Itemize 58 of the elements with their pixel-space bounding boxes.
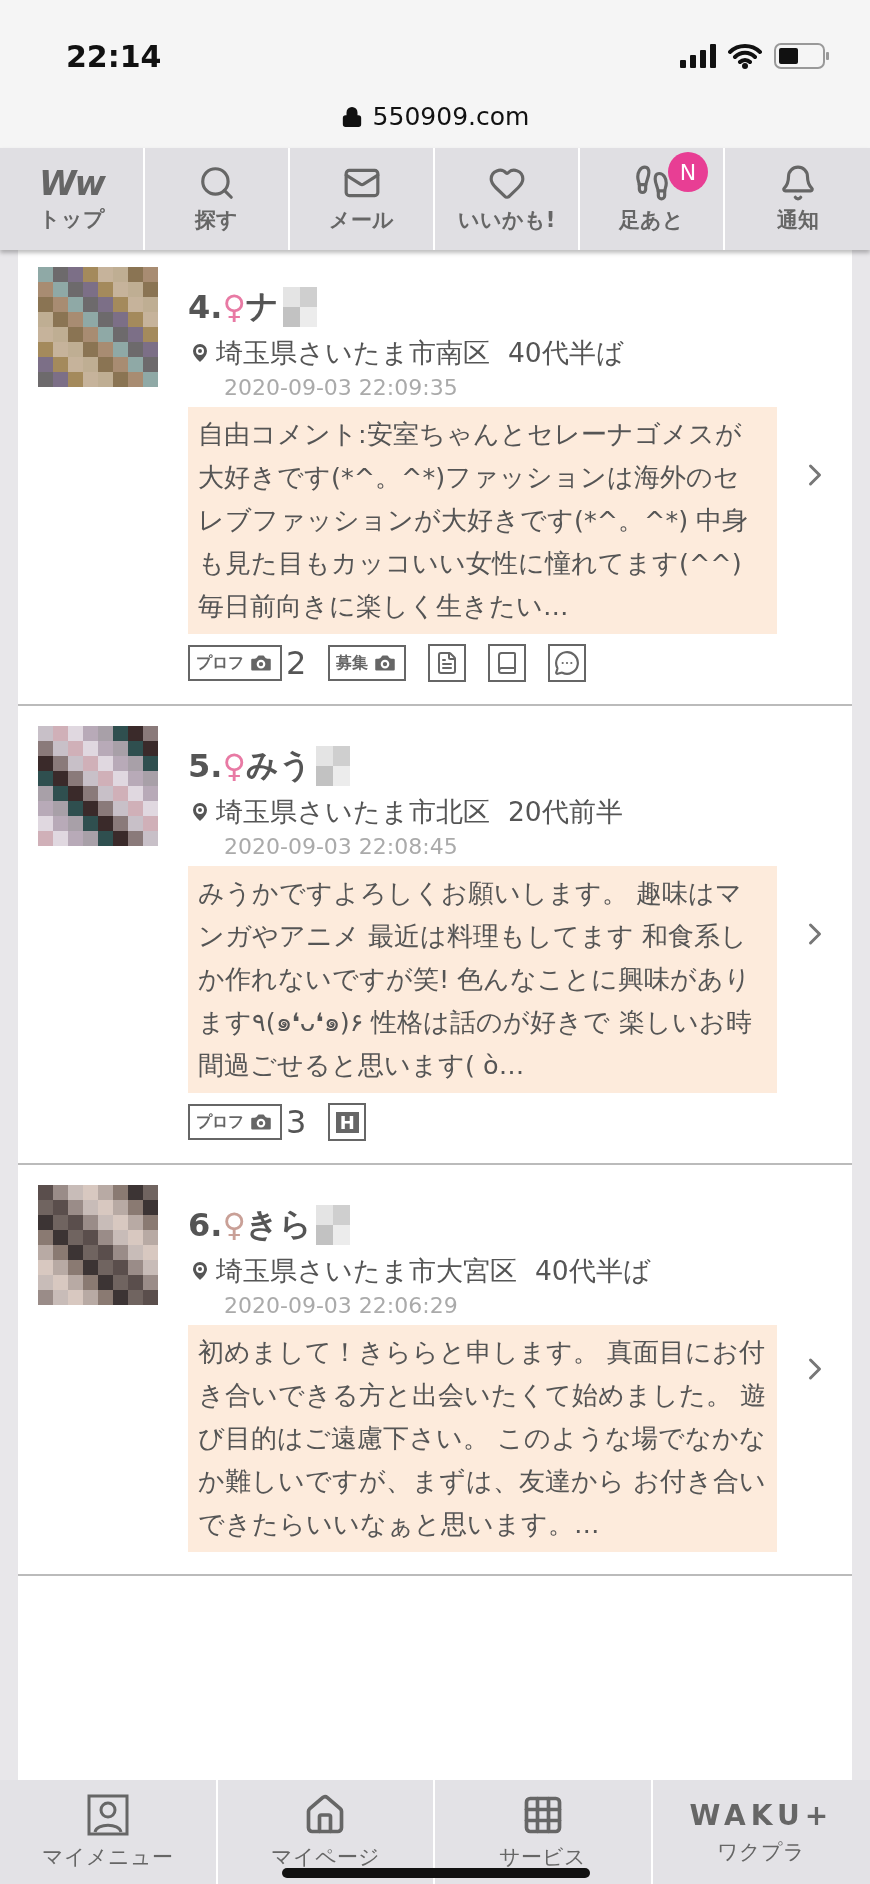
nav-tab[interactable]: 通知 [725,148,870,250]
profile-number: 4. [188,288,223,326]
comment-text: 初めまして！きららと申します。 真面目にお付き合いできる方と出会いたくて始めました。 遊び目的はご遠慮下さい。 このような場でなかなか難しいですが、まずは、友達から お付き合いできたらいいなぁと思います。… [188,1325,777,1552]
bottom-nav-tab[interactable]: マイメニュー [0,1780,218,1884]
nav-label: サービス [499,1844,587,1871]
signal-icon [680,44,716,68]
profile-number: 5. [188,747,223,785]
tag-label: プロフ [196,1111,244,1133]
location-text: 埼玉県さいたま市南区 [216,336,490,370]
nav-label: メール [329,207,394,234]
female-symbol: ♀ [222,747,246,785]
photo-count: 2 [286,644,307,682]
comment-text: 自由コメント:安室ちゃんとセレーナゴメスが大好きです(*^。^*)ファッションは海外のセレブファッションが大好きです(*^。^*) 中身も見た目もカッコいい女性に憧れてます(^^) 毎日前向きに楽しく生きたい… [188,407,777,634]
post-date: 2020-09-03 22:09:35 [224,374,459,402]
nav-label: 通知 [776,207,819,234]
nav-label: 探す [195,207,238,234]
notification-badge: N [668,152,708,192]
profile-card[interactable]: 6.♀きら 埼玉県さいたま市大宮区 40代半ば 2020-09-03 22:06:29 初めまして！きららと申します。 真面目にお付き合いできる方と出会いたくて始めました。 遊び目的はご遠慮下さい。 このような場でなかなか難しいですが、まずは、友達から お付き合いできたらいいなぁと思います。… [18,1165,852,1576]
nav-label: いいかも! [457,207,556,234]
nav-label: マイページ [270,1844,380,1871]
photo-count: 3 [286,1103,307,1141]
profile-name: ナ [245,286,279,327]
lock-icon [340,105,363,128]
bottom-nav-tab[interactable]: WAKU+ ワクプラ [652,1780,870,1884]
female-symbol: ♀ [222,1206,246,1244]
profile-icon [85,1793,130,1837]
profile-card[interactable]: 4.♀ナ 埼玉県さいたま市南区 40代半ば 2020-09-03 22:09:35 自由コメント:安室ちゃんとセレーナゴメスが大好きです(*^。^*)ファッションは海外のセレブファッションが大好きです(*^。^*) 中身も見た目もカッコいい女性に憧れてます(^^) 毎日前向きに楽しく生きたい… プロフ 2 募集 [18,250,852,706]
female-symbol: ♀ [222,288,246,326]
age-text: 40代半ば [508,336,624,370]
post-date: 2020-09-03 22:08:45 [224,833,459,861]
chat-icon[interactable] [548,644,587,682]
url-text[interactable]: 550909.com [372,102,530,131]
logo: WAKU+ [689,1798,834,1832]
location-text: 埼玉県さいたま市大宮区 [216,1254,517,1288]
profile-name: きら [245,1204,312,1245]
nav-label: マイメニュー [42,1844,174,1871]
letter-icon[interactable]: H [328,1103,367,1141]
profile-name: みう [245,745,312,786]
photo-tag[interactable]: プロフ [188,1104,282,1140]
photo-tag[interactable]: 募集 [328,645,407,681]
logo: Ww [39,165,104,201]
nav-label: 足あと [619,207,684,234]
battery-icon [774,43,830,69]
clock-time: 22:14 [66,38,162,74]
notebook-icon[interactable] [488,644,527,682]
wifi-icon [728,43,762,69]
photo-tag[interactable]: プロフ [188,645,282,681]
tag-label: プロフ [196,652,244,674]
comment-text: みうかですよろしくお願いします。 趣味はマンガやアニメ 最近は料理もしてます 和食系しか作れないですが笑! 色んなことに興味があります٩(๑❛ᴗ❛๑)۶ 性格は話のが好きで 楽しいお時間過ごせると思います( ὸ… [188,866,777,1093]
location-text: 埼玉県さいたま市北区 [216,795,490,829]
nav-label: ワクプラ [717,1838,806,1866]
document-icon[interactable] [428,644,467,682]
age-text: 20代前半 [508,795,623,829]
age-text: 40代半ば [535,1254,651,1288]
post-date: 2020-09-03 22:06:29 [224,1292,459,1320]
tag-label: 募集 [336,652,369,674]
nav-label: トップ [38,206,105,233]
profile-number: 6. [188,1206,223,1244]
